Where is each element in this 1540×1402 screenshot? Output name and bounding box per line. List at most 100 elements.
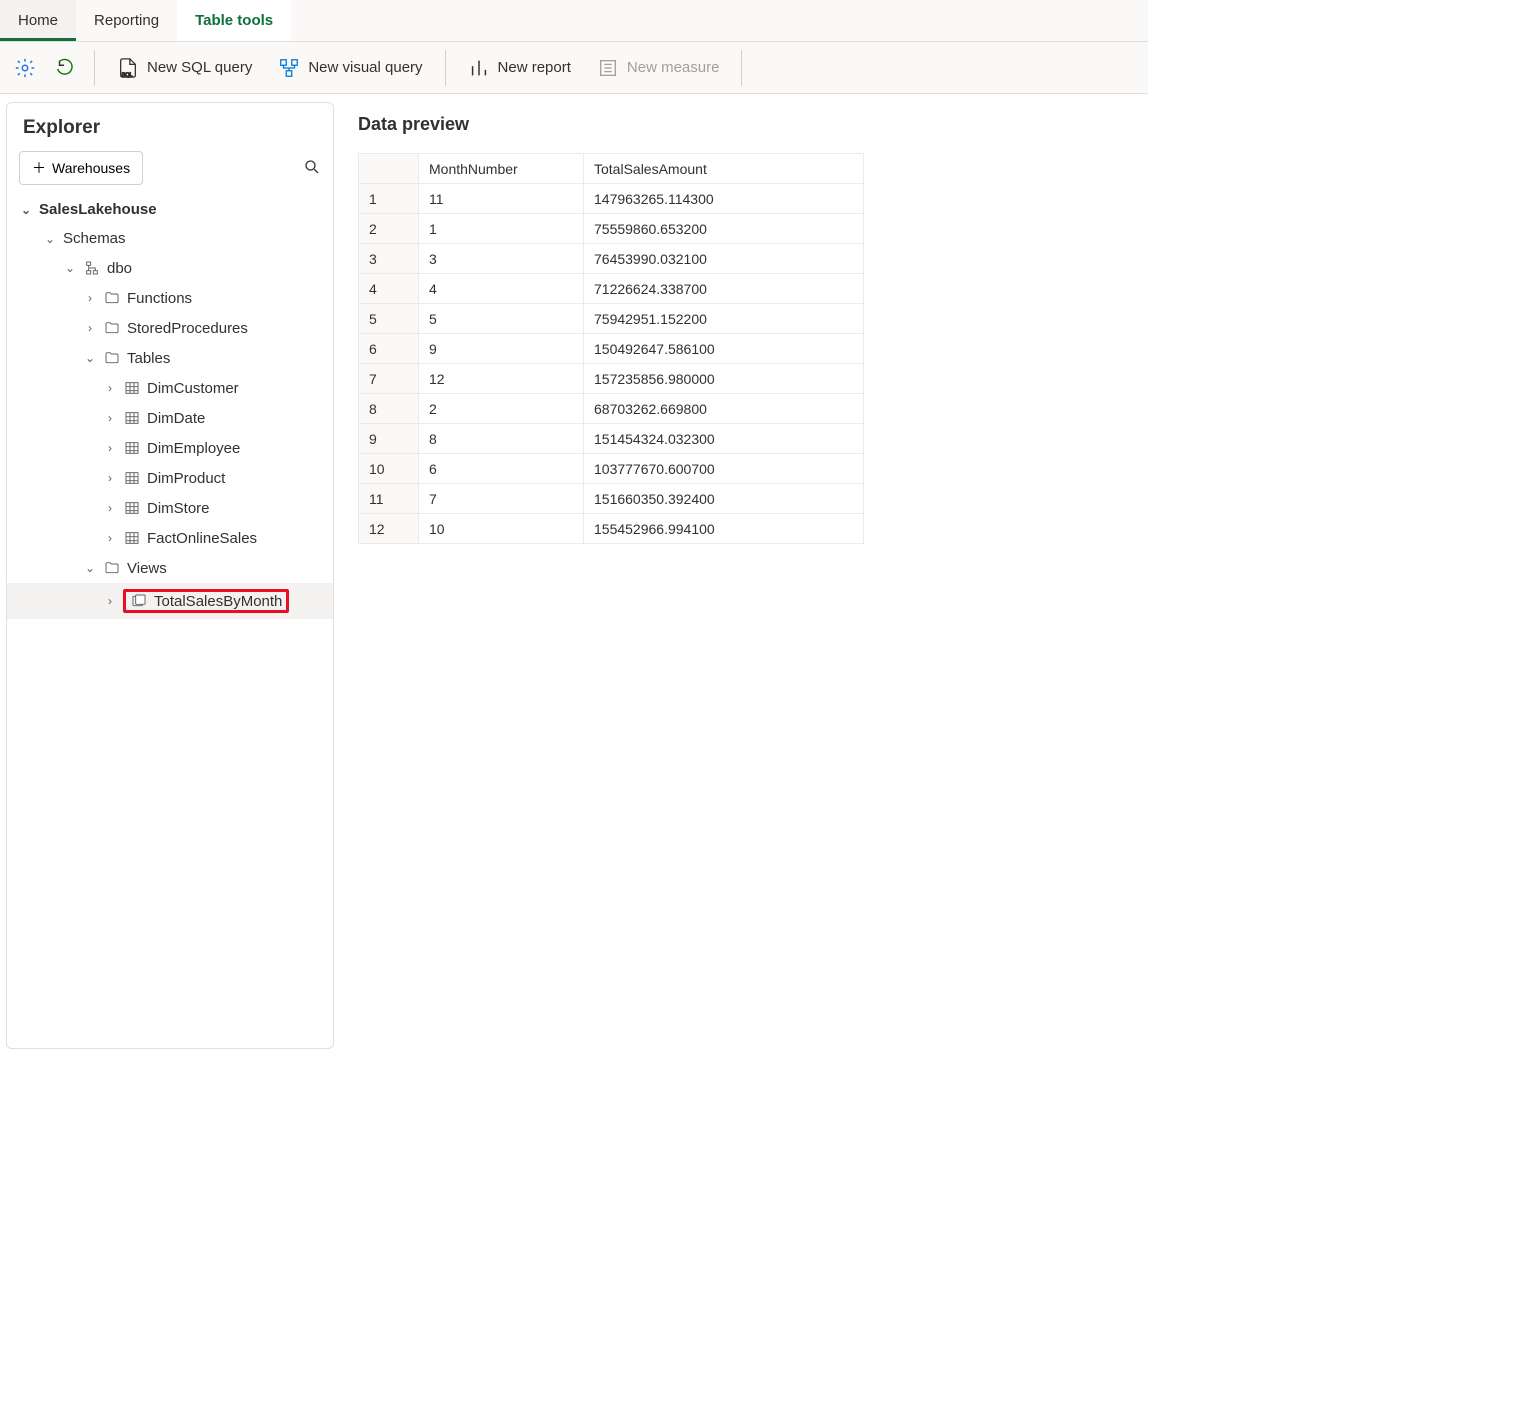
separator (741, 50, 742, 86)
explorer-tree: ⌄ SalesLakehouse ⌄ Schemas ⌄ dbo › Funct… (7, 195, 333, 619)
row-number: 11 (359, 484, 419, 514)
tree-table-dimstore[interactable]: ›DimStore (7, 493, 333, 523)
cell-amount: 71226624.338700 (584, 274, 864, 304)
tree-tables[interactable]: ⌄ Tables (7, 343, 333, 373)
row-number: 6 (359, 334, 419, 364)
tree-view-totalsalesbymonth[interactable]: › TotalSalesByMonth (7, 583, 333, 619)
chevron-right-icon: › (103, 411, 117, 425)
row-number: 5 (359, 304, 419, 334)
row-number: 10 (359, 454, 419, 484)
cell-month: 9 (419, 334, 584, 364)
table-row[interactable]: 106103777670.600700 (359, 454, 864, 484)
cell-amount: 155452966.994100 (584, 514, 864, 544)
tree-table-factonlinesales[interactable]: ›FactOnlineSales (7, 523, 333, 553)
explorer-title: Explorer (7, 113, 333, 151)
visual-query-icon (278, 57, 300, 79)
rownum-header (359, 154, 419, 184)
measure-icon (597, 57, 619, 79)
chevron-right-icon: › (83, 291, 97, 305)
table-row[interactable]: 111147963265.114300 (359, 184, 864, 214)
table-row[interactable]: 2175559860.653200 (359, 214, 864, 244)
chevron-down-icon: ⌄ (83, 351, 97, 365)
chevron-down-icon: ⌄ (19, 203, 33, 217)
table-row[interactable]: 69150492647.586100 (359, 334, 864, 364)
search-icon[interactable] (303, 158, 321, 179)
chevron-right-icon: › (103, 531, 117, 545)
cell-month: 5 (419, 304, 584, 334)
tab-reporting[interactable]: Reporting (76, 0, 177, 41)
settings-button[interactable] (8, 51, 42, 85)
tree-table-dimemployee[interactable]: ›DimEmployee (7, 433, 333, 463)
cell-amount: 76453990.032100 (584, 244, 864, 274)
schema-icon (83, 259, 101, 277)
separator (445, 50, 446, 86)
cell-amount: 68703262.669800 (584, 394, 864, 424)
table-row[interactable]: 8268703262.669800 (359, 394, 864, 424)
warehouses-button[interactable]: ＋ Warehouses (19, 151, 143, 185)
warehouses-label: Warehouses (52, 160, 130, 176)
tree-dbo[interactable]: ⌄ dbo (7, 253, 333, 283)
highlight-box: TotalSalesByMonth (123, 589, 289, 613)
gear-icon (14, 57, 36, 79)
chevron-down-icon: ⌄ (63, 261, 77, 275)
chart-icon (468, 57, 490, 79)
table-icon (123, 379, 141, 397)
folder-icon (103, 349, 121, 367)
tree-table-dimproduct[interactable]: ›DimProduct (7, 463, 333, 493)
cell-amount: 151454324.032300 (584, 424, 864, 454)
tree-stored-procedures[interactable]: › StoredProcedures (7, 313, 333, 343)
refresh-button[interactable] (48, 51, 82, 85)
cell-month: 10 (419, 514, 584, 544)
cell-month: 4 (419, 274, 584, 304)
table-row[interactable]: 3376453990.032100 (359, 244, 864, 274)
table-row[interactable]: 712157235856.980000 (359, 364, 864, 394)
explorer-panel: Explorer ＋ Warehouses ⌄ SalesLakehouse ⌄… (6, 102, 334, 1049)
tree-root[interactable]: ⌄ SalesLakehouse (7, 195, 333, 224)
col-header-month[interactable]: MonthNumber (419, 154, 584, 184)
row-number: 7 (359, 364, 419, 394)
svg-text:SQL: SQL (122, 72, 133, 78)
col-header-amount[interactable]: TotalSalesAmount (584, 154, 864, 184)
new-visual-query-button[interactable]: New visual query (268, 51, 432, 85)
row-number: 8 (359, 394, 419, 424)
table-icon (123, 529, 141, 547)
cell-amount: 151660350.392400 (584, 484, 864, 514)
cell-month: 3 (419, 244, 584, 274)
cell-month: 12 (419, 364, 584, 394)
table-icon (123, 409, 141, 427)
cell-month: 7 (419, 484, 584, 514)
table-row[interactable]: 1210155452966.994100 (359, 514, 864, 544)
tab-home[interactable]: Home (0, 0, 76, 41)
new-report-button[interactable]: New report (458, 51, 581, 85)
new-report-label: New report (498, 59, 571, 76)
row-number: 2 (359, 214, 419, 244)
cell-amount: 75559860.653200 (584, 214, 864, 244)
data-preview-panel: Data preview MonthNumber TotalSalesAmoun… (334, 102, 1148, 1049)
table-row[interactable]: 117151660350.392400 (359, 484, 864, 514)
cell-month: 6 (419, 454, 584, 484)
table-icon (123, 469, 141, 487)
row-number: 3 (359, 244, 419, 274)
folder-icon (103, 559, 121, 577)
new-sql-label: New SQL query (147, 59, 252, 76)
preview-table: MonthNumber TotalSalesAmount 11114796326… (358, 153, 864, 544)
table-icon (123, 499, 141, 517)
tab-table-tools[interactable]: Table tools (177, 0, 291, 41)
chevron-right-icon: › (103, 501, 117, 515)
refresh-icon (54, 57, 76, 79)
new-sql-query-button[interactable]: SQL New SQL query (107, 51, 262, 85)
ribbon-tabs: Home Reporting Table tools (0, 0, 1148, 42)
table-row[interactable]: 98151454324.032300 (359, 424, 864, 454)
row-number: 1 (359, 184, 419, 214)
cell-amount: 103777670.600700 (584, 454, 864, 484)
tree-functions[interactable]: › Functions (7, 283, 333, 313)
table-row[interactable]: 4471226624.338700 (359, 274, 864, 304)
chevron-down-icon: ⌄ (83, 561, 97, 575)
tree-table-dimdate[interactable]: ›DimDate (7, 403, 333, 433)
table-row[interactable]: 5575942951.152200 (359, 304, 864, 334)
chevron-right-icon: › (103, 471, 117, 485)
tree-table-dimcustomer[interactable]: ›DimCustomer (7, 373, 333, 403)
row-number: 4 (359, 274, 419, 304)
tree-views[interactable]: ⌄ Views (7, 553, 333, 583)
tree-schemas[interactable]: ⌄ Schemas (7, 224, 333, 253)
